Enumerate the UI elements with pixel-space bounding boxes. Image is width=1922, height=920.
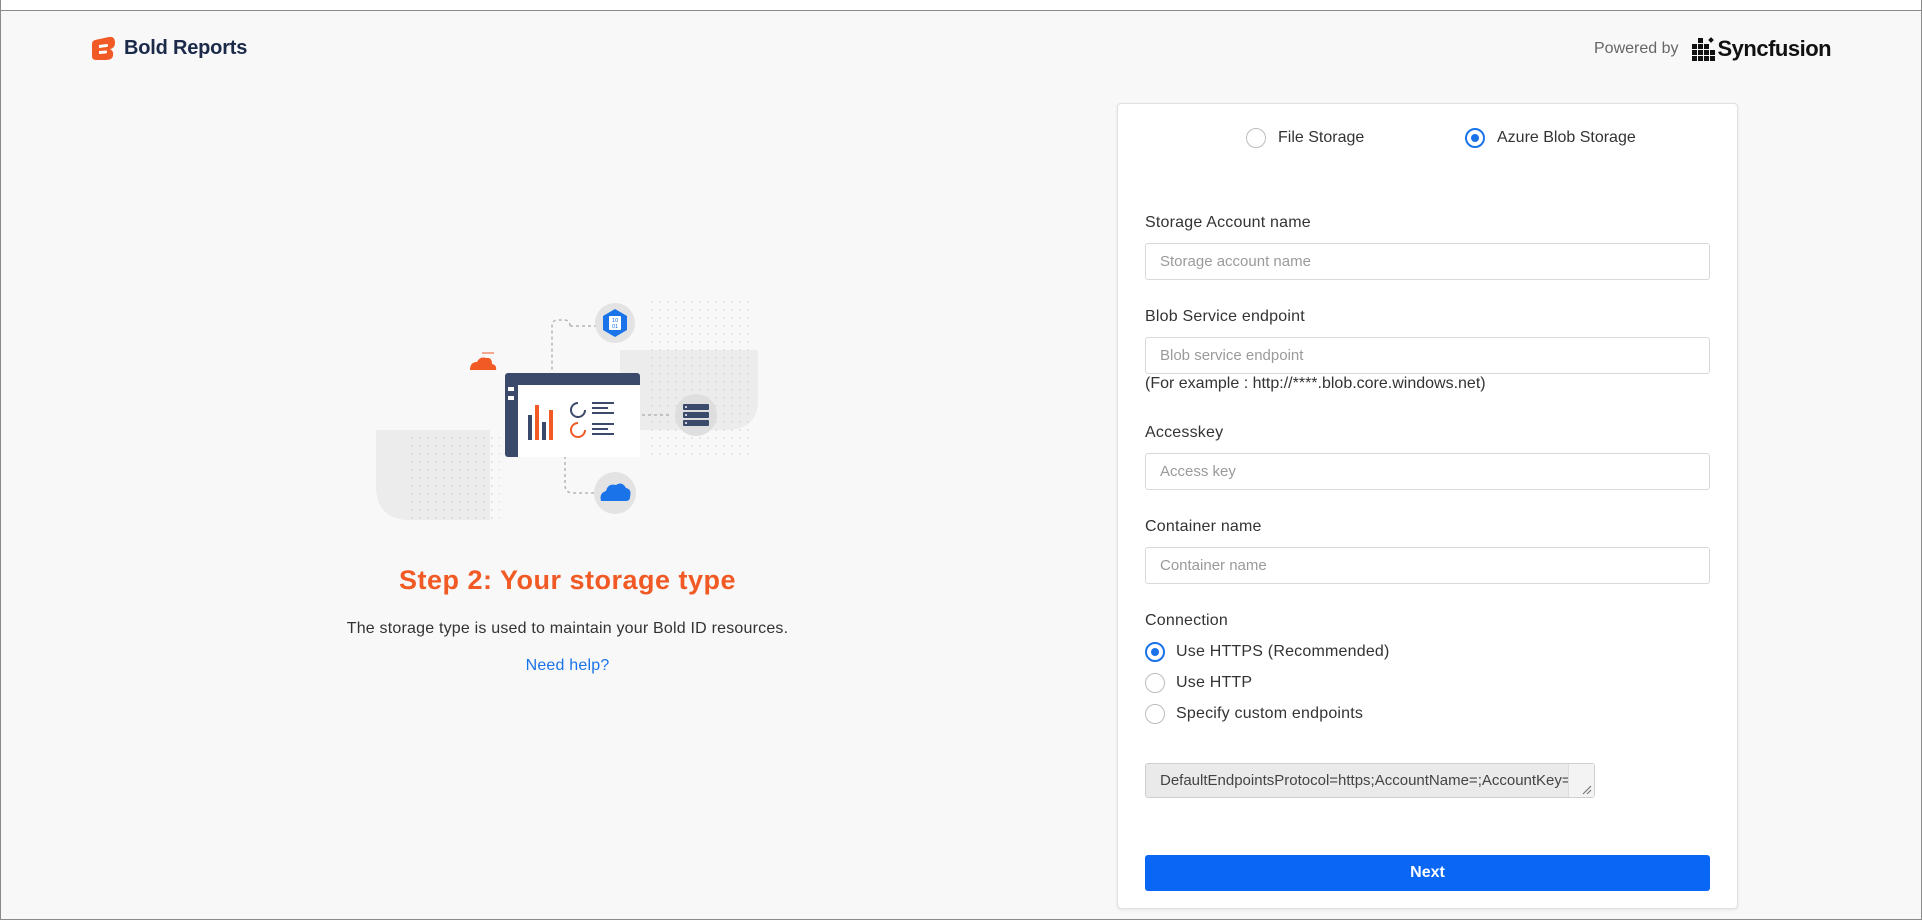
account-name-label: Storage Account name xyxy=(1145,214,1311,231)
https-radio[interactable] xyxy=(1145,642,1165,662)
access-key-input[interactable] xyxy=(1145,453,1710,490)
bold-reports-logo-icon xyxy=(92,36,115,60)
custom-endpoints-radio[interactable] xyxy=(1145,704,1165,724)
step-description: The storage type is used to maintain you… xyxy=(346,620,789,637)
custom-endpoints-option[interactable]: Specify custom endpoints xyxy=(1145,704,1363,724)
azure-blob-storage-label: Azure Blob Storage xyxy=(1497,129,1636,146)
browser-frame-top xyxy=(0,0,1922,11)
blob-endpoint-input[interactable] xyxy=(1145,337,1710,374)
http-option[interactable]: Use HTTP xyxy=(1145,673,1252,693)
orange-cloud-icon xyxy=(470,357,497,370)
container-name-label: Container name xyxy=(1145,518,1262,535)
window-border-left xyxy=(0,0,1,920)
http-label: Use HTTP xyxy=(1176,674,1253,691)
step-title: Step 2: Your storage type xyxy=(398,565,737,595)
blob-endpoint-label: Blob Service endpoint xyxy=(1145,308,1305,325)
file-storage-option[interactable]: File Storage xyxy=(1246,128,1364,148)
azure-blob-storage-radio[interactable] xyxy=(1465,128,1485,148)
connection-label: Connection xyxy=(1145,612,1228,629)
blob-endpoint-hint: (For example : http://****.blob.core.win… xyxy=(1145,375,1486,392)
syncfusion-grid-icon xyxy=(1691,37,1715,61)
azure-blob-storage-option[interactable]: Azure Blob Storage xyxy=(1465,128,1636,148)
connection-string-textarea[interactable]: DefaultEndpointsProtocol=https;AccountNa… xyxy=(1145,763,1595,798)
https-option[interactable]: Use HTTPS (Recommended) xyxy=(1145,642,1390,662)
https-label: Use HTTPS (Recommended) xyxy=(1176,643,1390,660)
custom-endpoints-label: Specify custom endpoints xyxy=(1176,705,1364,722)
container-name-input[interactable] xyxy=(1145,547,1710,584)
resize-grip-icon xyxy=(1582,785,1592,795)
powered-by-label: Powered by xyxy=(1594,40,1679,57)
account-name-input[interactable] xyxy=(1145,243,1710,280)
http-radio[interactable] xyxy=(1145,673,1165,693)
partner-name: Syncfusion xyxy=(1717,36,1832,61)
storage-illustration: 10 01 xyxy=(376,300,758,525)
brand-name: Bold Reports xyxy=(124,36,248,59)
access-key-label: Accesskey xyxy=(1145,424,1224,441)
syncfusion-logo[interactable]: Syncfusion xyxy=(1691,36,1832,62)
file-storage-radio[interactable] xyxy=(1246,128,1266,148)
bold-reports-logo[interactable]: Bold Reports xyxy=(91,36,247,60)
textarea-resize-handle[interactable] xyxy=(1568,764,1594,797)
next-button[interactable]: Next xyxy=(1145,855,1710,891)
file-storage-label: File Storage xyxy=(1278,129,1365,146)
need-help-link[interactable]: Need help? xyxy=(0,657,1135,675)
svg-text:01: 01 xyxy=(612,324,618,330)
powered-by: Powered by Syncfusion xyxy=(1594,36,1832,62)
